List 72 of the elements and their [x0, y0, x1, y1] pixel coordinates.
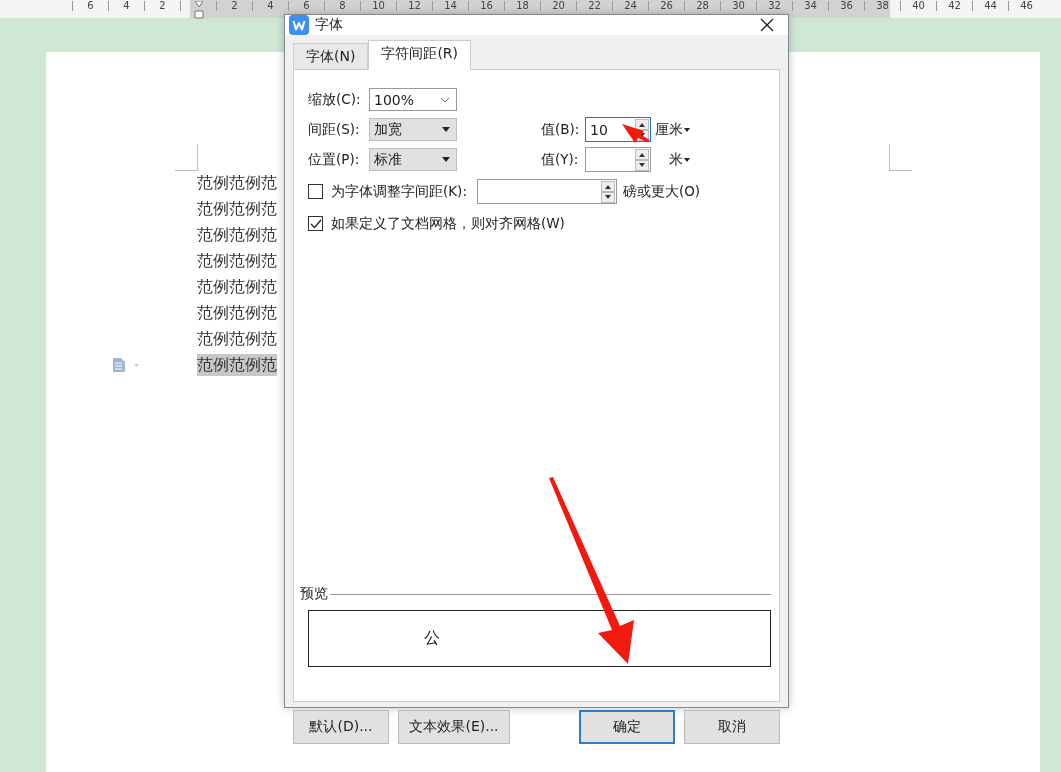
ruler-number: 18: [516, 1, 529, 11]
caret-icon: [684, 157, 690, 162]
unit-dropdown[interactable]: 厘米: [655, 120, 690, 139]
ruler-number: 28: [696, 1, 709, 11]
ruler-number: 22: [588, 1, 601, 11]
ruler-number: 32: [768, 1, 781, 11]
spinner-icon[interactable]: [635, 148, 649, 171]
scale-dropdown[interactable]: 100%: [369, 88, 457, 111]
crop-mark: [889, 144, 912, 171]
annotation-arrow: [622, 124, 650, 143]
checkbox[interactable]: [308, 184, 323, 199]
ruler-number: 8: [339, 1, 346, 11]
checkbox-label: 为字体调整字间距(K):: [331, 182, 467, 201]
ruler-number: 2: [231, 1, 238, 11]
dialog-button[interactable]: 确定: [579, 710, 675, 744]
ruler-number: 44: [984, 1, 997, 11]
ruler-number: 20: [552, 1, 565, 11]
ruler-number: 12: [408, 1, 421, 11]
unit-dropdown[interactable]: 米: [669, 150, 690, 169]
spin-field[interactable]: [585, 147, 651, 172]
field-label: 缩放(C):: [308, 90, 362, 109]
ruler-number: 46: [1020, 1, 1033, 11]
field-label: 间距(S):: [308, 120, 361, 139]
document-text: 范例范例范: [197, 328, 277, 350]
preview-label: 预览: [300, 585, 328, 603]
spinner-icon[interactable]: [600, 180, 615, 203]
ruler-number: 6: [87, 1, 94, 11]
ruler-number: 34: [804, 1, 817, 11]
ruler-number: 16: [480, 1, 493, 11]
crop-mark: [175, 144, 198, 171]
document-text: 范例范例范: [197, 354, 277, 376]
document-text: 范例范例范: [197, 172, 277, 194]
field-label: 位置(P):: [308, 150, 361, 169]
ruler-number: 14: [444, 1, 457, 11]
document-text: 范例范例范: [197, 276, 277, 298]
close-icon[interactable]: [760, 18, 774, 32]
document-text: 范例范例范: [197, 250, 277, 272]
dialog-title: 字体: [315, 16, 344, 34]
ruler-number: 24: [624, 1, 637, 11]
checkbox[interactable]: [308, 216, 323, 231]
dropdown[interactable]: 加宽: [369, 118, 457, 141]
ruler-number: 2: [159, 1, 166, 11]
ruler-number: 38: [876, 1, 889, 11]
field-label: 值(B):: [541, 120, 581, 139]
dialog-button[interactable]: 取消: [684, 710, 780, 744]
chevron-down-icon: [440, 96, 450, 103]
field-label: 值(Y):: [541, 150, 580, 169]
dropdown[interactable]: 标准: [369, 148, 457, 171]
dialog-button[interactable]: 默认(D)...: [293, 710, 389, 744]
ruler-number: 26: [660, 1, 673, 11]
caret-icon: [684, 127, 690, 132]
ruler-number: 42: [948, 1, 961, 11]
tab[interactable]: 字体(N): [293, 43, 369, 69]
document-text: 范例范例范: [197, 224, 277, 246]
checkbox-label: 如果定义了文档网格，则对齐网格(W): [331, 214, 565, 233]
field-label: 磅或更大(O): [622, 182, 701, 201]
tab[interactable]: 字符间距(R): [368, 40, 472, 70]
caret-icon: [442, 157, 450, 162]
dialog-button[interactable]: 文本效果(E)...: [398, 710, 510, 744]
document-text: 范例范例范: [197, 302, 277, 324]
preview-sample: 公: [424, 628, 440, 649]
ruler-number: 4: [123, 1, 130, 11]
ruler-number: 4: [267, 1, 274, 11]
indent-marker-icon[interactable]: [193, 1, 204, 19]
ruler-number: 6: [303, 1, 310, 11]
spin-field[interactable]: [476, 179, 617, 204]
ruler-number: 30: [732, 1, 745, 11]
ruler-number: 10: [372, 1, 385, 11]
ruler-number: 36: [840, 1, 853, 11]
document-text: 范例范例范: [197, 198, 277, 220]
caret-icon: [442, 127, 450, 132]
ruler-number: 40: [912, 1, 925, 11]
